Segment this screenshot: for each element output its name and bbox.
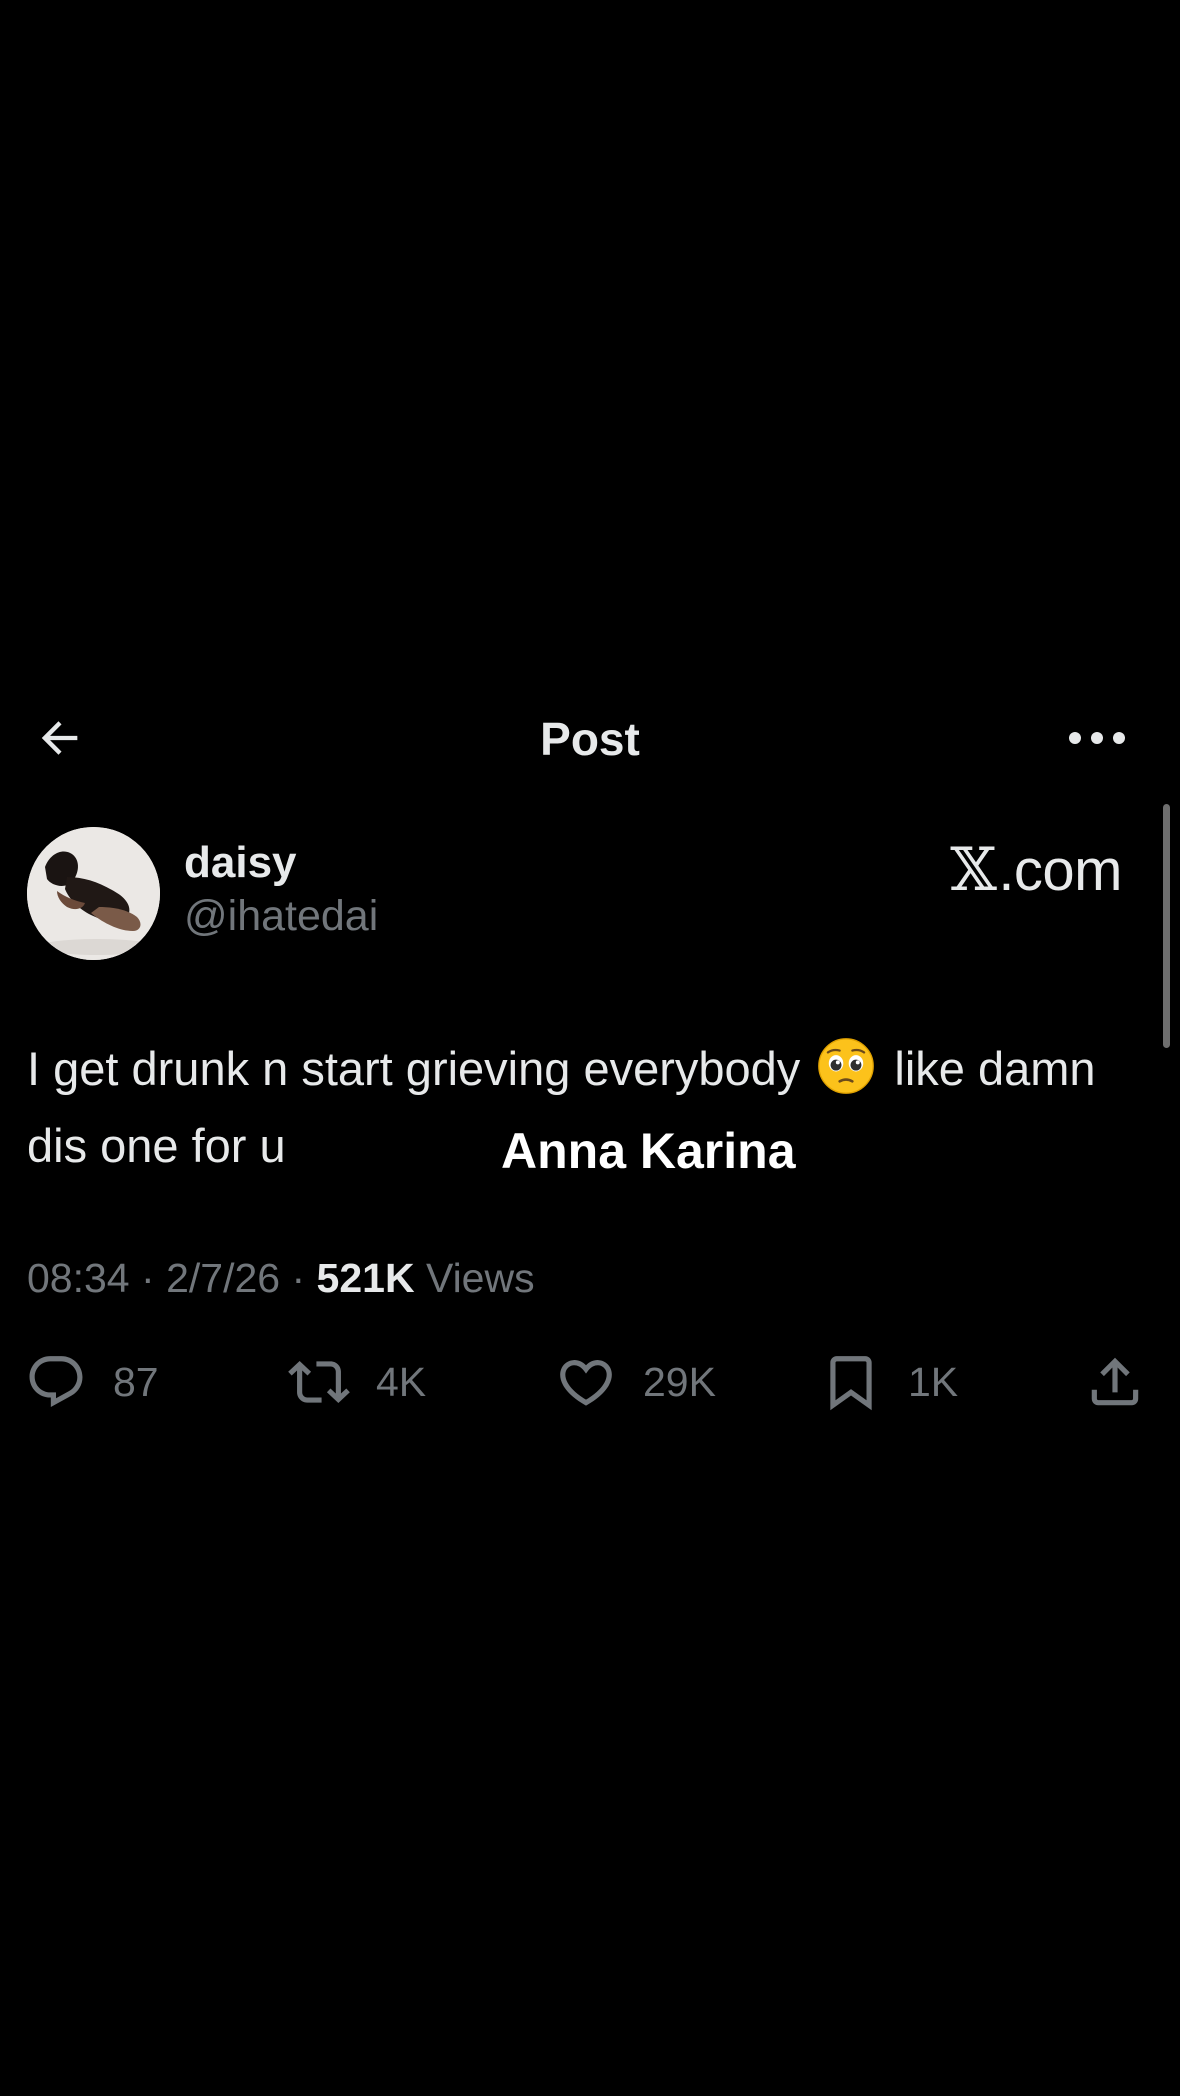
repost-count: 4K	[376, 1358, 427, 1405]
author-display-name[interactable]: daisy	[184, 838, 297, 888]
meta-separator: ·	[291, 1255, 306, 1301]
author-handle[interactable]: @ihatedai	[184, 892, 378, 941]
pleading-face-emoji	[818, 1038, 875, 1094]
heart-icon	[560, 1360, 612, 1406]
repost-icon	[288, 1361, 350, 1403]
share-icon	[1091, 1357, 1139, 1406]
meta-separator: ·	[141, 1255, 155, 1301]
more-options-button[interactable]	[1064, 708, 1130, 768]
repost-button[interactable]: 4K	[288, 1350, 426, 1414]
bookmark-count: 1K	[908, 1358, 959, 1405]
post-meta: 08:34 · 2/7/26 · 521K Views	[27, 1255, 535, 1302]
like-count: 29K	[643, 1358, 716, 1405]
bookmark-icon	[830, 1356, 872, 1411]
reply-icon	[29, 1356, 83, 1408]
post-date: 2/7/26	[166, 1255, 281, 1301]
bookmark-button[interactable]: 1K	[820, 1350, 958, 1414]
like-button[interactable]: 29K	[555, 1350, 716, 1414]
post-time: 08:34	[27, 1255, 130, 1301]
post-actions: 87 4K 29K 1K	[0, 1350, 1180, 1414]
overlay-caption: Anna Karina	[501, 1123, 796, 1179]
avatar-photo	[27, 827, 160, 960]
reply-count: 87	[113, 1358, 159, 1405]
watermark-text: .com	[998, 837, 1122, 903]
back-button[interactable]	[30, 708, 90, 768]
post-header: Post	[0, 700, 1180, 776]
x-logo: 𝕏	[950, 835, 997, 905]
x-com-watermark: 𝕏 .com	[950, 835, 1122, 905]
reply-button[interactable]: 87	[25, 1350, 159, 1414]
scrollbar[interactable]	[1163, 804, 1170, 1048]
share-button[interactable]	[1084, 1350, 1146, 1414]
avatar[interactable]	[27, 827, 160, 960]
post-text-part-1: I get drunk n start grieving everybody	[27, 1042, 801, 1095]
views-count: 521K	[316, 1255, 415, 1301]
views-label: Views	[425, 1255, 535, 1301]
more-horizontal-icon	[1069, 732, 1125, 744]
page-title: Post	[540, 713, 640, 765]
arrow-left-icon	[41, 721, 78, 755]
